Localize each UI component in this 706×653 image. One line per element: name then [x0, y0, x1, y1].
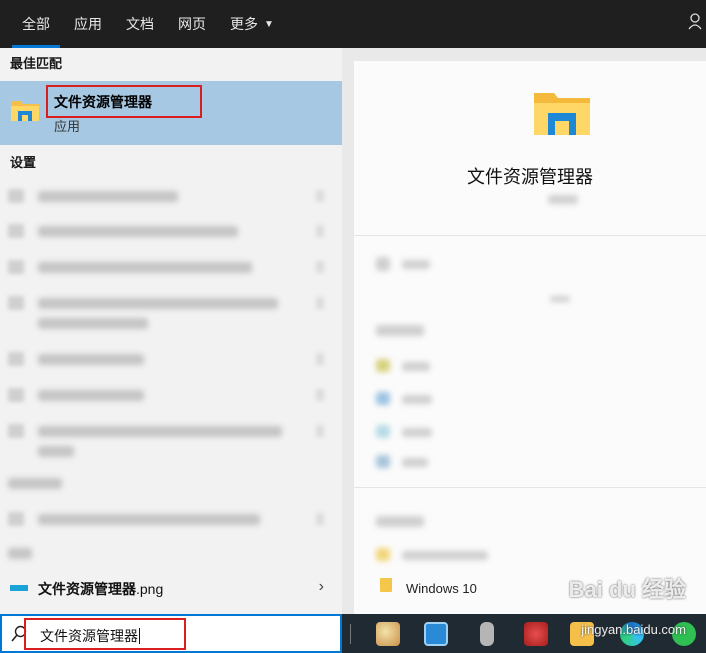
chevron-right-icon	[316, 261, 324, 273]
chevron-right-icon	[316, 389, 324, 401]
tab-apps[interactable]: 应用	[62, 0, 114, 48]
setting-icon	[8, 260, 24, 274]
expand-chevron[interactable]	[550, 296, 570, 302]
settings-item[interactable]	[8, 384, 332, 406]
tab-all-label: 全部	[22, 16, 50, 32]
tab-more-label: 更多	[230, 16, 258, 32]
setting-icon	[8, 424, 24, 438]
annotation-box	[24, 618, 186, 650]
settings-item[interactable]	[8, 256, 332, 278]
chevron-right-icon	[316, 190, 324, 202]
snip-tool-icon[interactable]	[524, 622, 548, 646]
chevron-down-icon: ▼	[264, 18, 274, 30]
tab-web-label: 网页	[178, 16, 206, 32]
tab-web[interactable]: 网页	[166, 0, 218, 48]
settings-header: 设置	[10, 154, 37, 170]
watermark-url: jingyan.baidu.com	[581, 622, 686, 637]
setting-icon	[8, 388, 24, 402]
chevron-right-icon	[316, 225, 324, 237]
setting-icon	[8, 224, 24, 238]
preview-pane: 文件资源管理器 Windows 10	[354, 61, 706, 614]
chevron-right-icon	[316, 513, 324, 525]
best-match-kind: 应用	[54, 119, 81, 134]
file-result-name: 文件资源管理器.png	[38, 581, 164, 597]
setting-icon	[8, 189, 24, 203]
chevron-right-icon[interactable]: ›	[319, 578, 324, 596]
paint-app-icon[interactable]	[376, 622, 400, 646]
recent-item-label[interactable]: Windows 10	[406, 581, 477, 596]
settings-item[interactable]	[8, 508, 332, 530]
setting-icon	[8, 296, 24, 310]
best-match-header: 最佳匹配	[10, 55, 63, 71]
settings-item[interactable]	[8, 220, 332, 242]
file-result[interactable]: 文件资源管理器.png ›	[0, 573, 342, 603]
file-explorer-icon	[534, 93, 590, 135]
setting-icon	[8, 352, 24, 366]
best-match-result[interactable]: 文件资源管理器 应用	[0, 81, 342, 145]
microphone-icon[interactable]	[480, 622, 494, 646]
folder-icon	[380, 578, 392, 592]
tab-documents-label: 文档	[126, 16, 154, 32]
settings-item[interactable]	[8, 348, 332, 370]
chevron-right-icon	[316, 425, 324, 437]
desktop-app-icon[interactable]	[424, 622, 448, 646]
image-file-icon	[10, 585, 28, 591]
search-box[interactable]: 文件资源管理器	[0, 614, 342, 653]
settings-item[interactable]	[8, 185, 332, 207]
recent-header-blurred	[376, 516, 424, 527]
tab-documents[interactable]: 文档	[114, 0, 166, 48]
chevron-right-icon	[316, 353, 324, 365]
chevron-right-icon	[316, 297, 324, 309]
annotation-box	[46, 85, 202, 118]
tab-all[interactable]: 全部	[10, 0, 62, 48]
divider	[354, 235, 706, 236]
tab-apps-label: 应用	[74, 16, 102, 32]
pinned-header-blurred	[376, 325, 424, 336]
tab-more[interactable]: 更多 ▼	[218, 0, 286, 48]
divider	[354, 487, 706, 488]
preview-title: 文件资源管理器	[467, 167, 593, 187]
search-filter-tabs: 全部 应用 文档 网页 更多 ▼	[0, 0, 706, 48]
file-explorer-icon	[11, 101, 39, 121]
results-pane: 最佳匹配 文件资源管理器 应用 设置 文件资源管理器.png ›	[0, 48, 342, 614]
settings-item[interactable]	[8, 420, 332, 442]
watermark-logo: Bai du 经验	[568, 577, 686, 602]
setting-icon	[8, 512, 24, 526]
user-icon[interactable]	[688, 12, 702, 30]
settings-item[interactable]	[8, 292, 332, 314]
section-header-blurred	[4, 542, 332, 564]
section-header-blurred	[4, 472, 332, 494]
